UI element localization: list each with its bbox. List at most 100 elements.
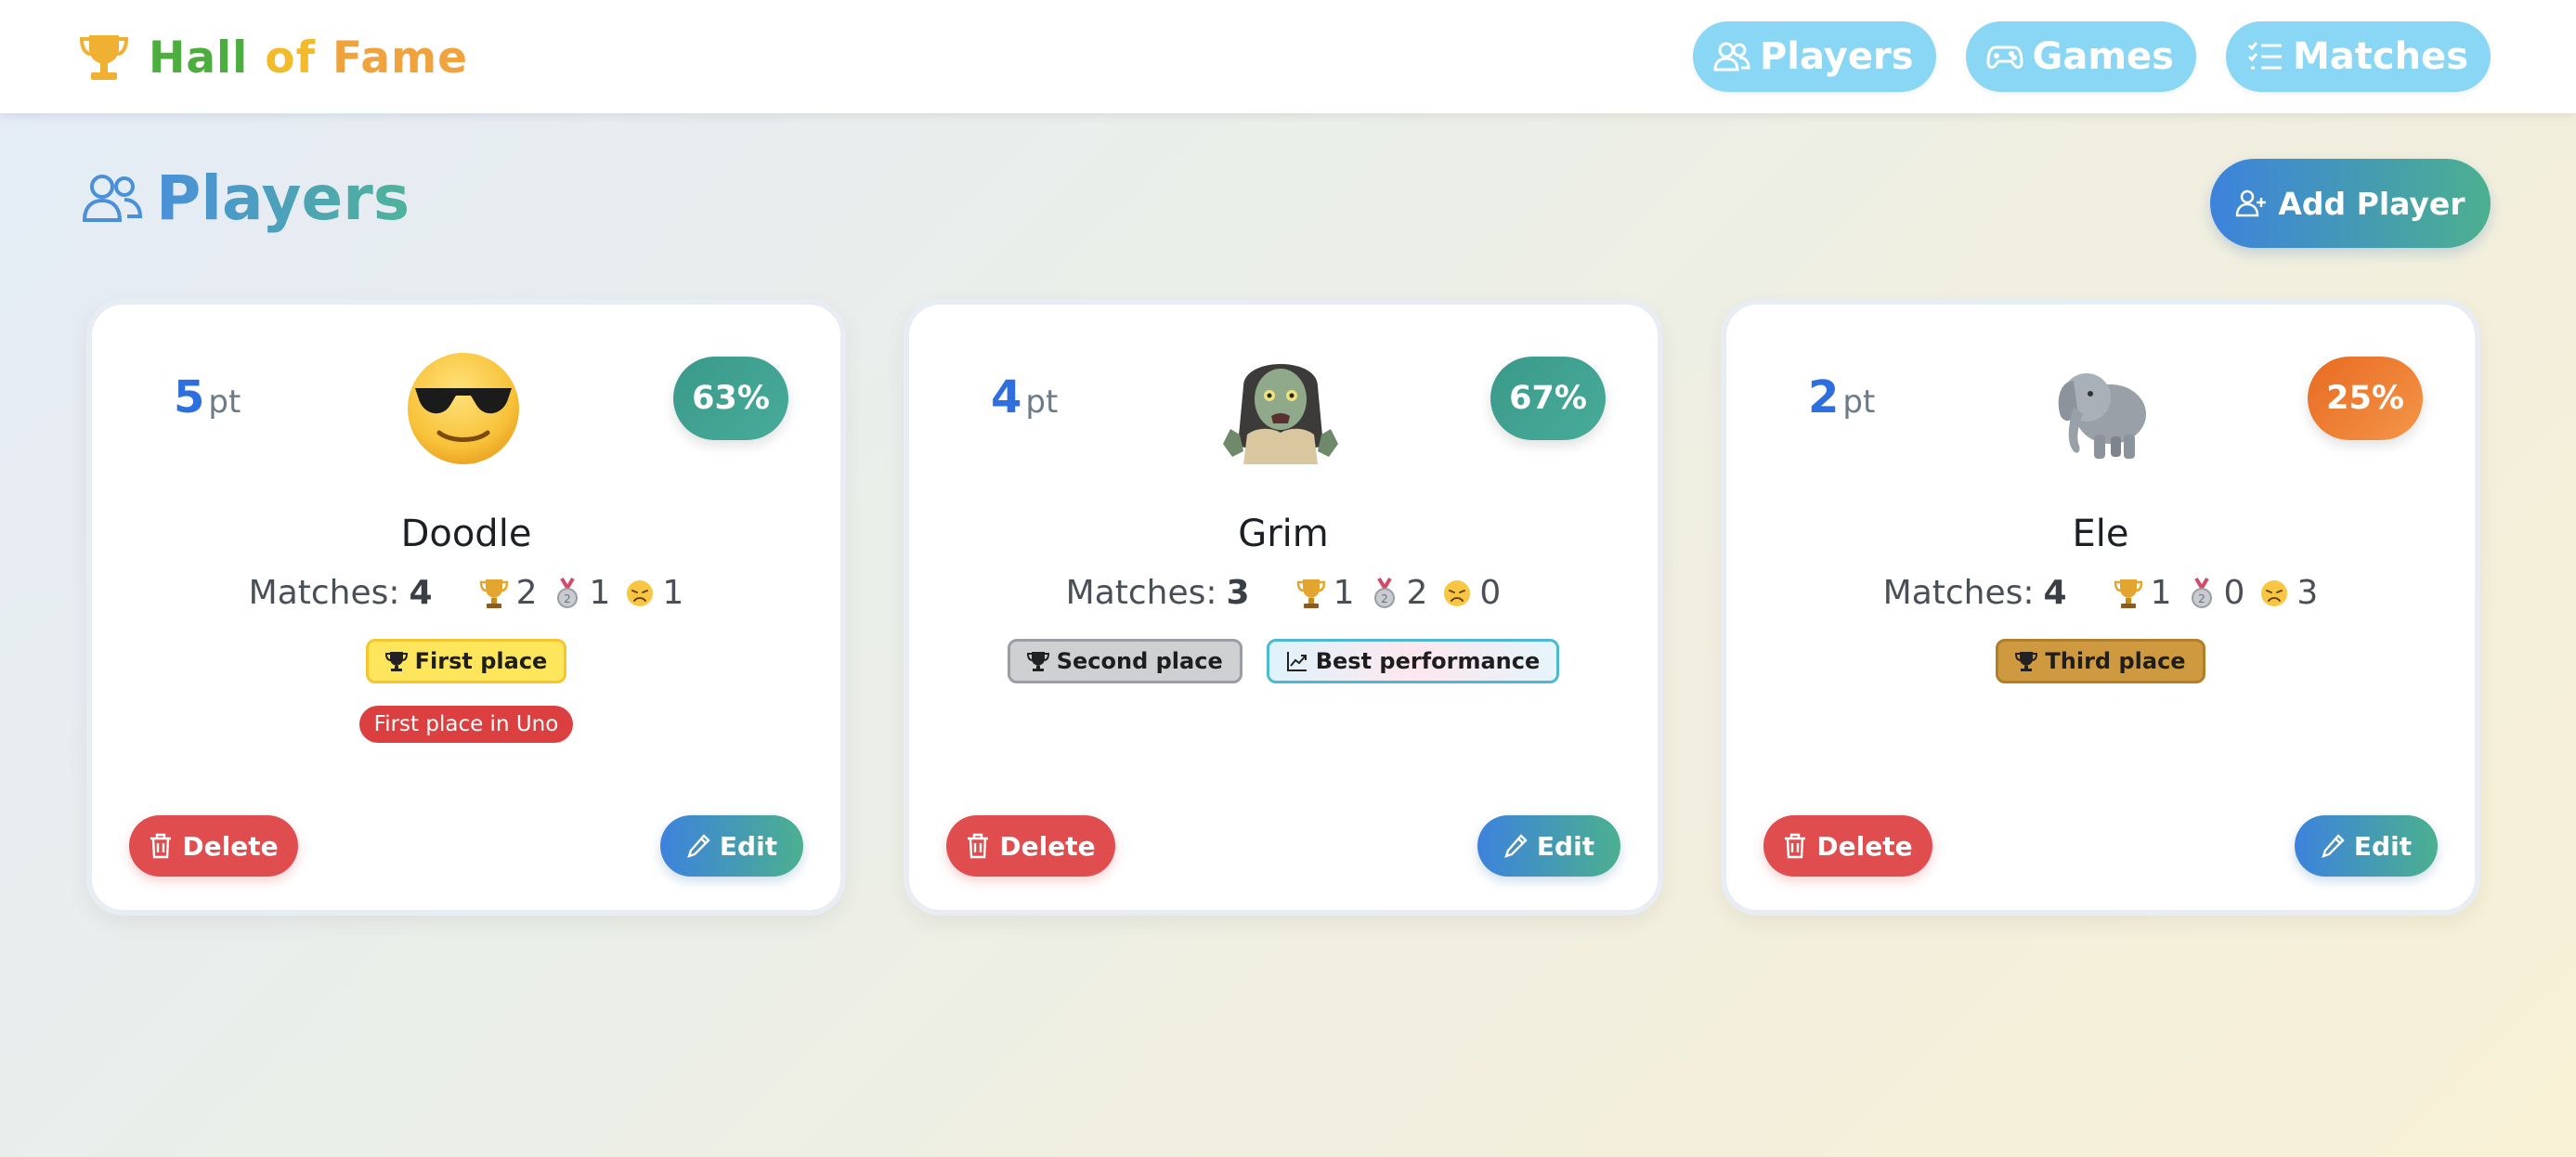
edit-button[interactable]: Edit: [2295, 815, 2438, 877]
badge-label: Best performance: [1315, 648, 1541, 674]
points-value: 2: [1808, 371, 1840, 423]
nav-players-button[interactable]: Players: [1692, 21, 1936, 92]
trophy-icon: [384, 652, 408, 671]
matches-label: Matches:: [1065, 574, 1217, 612]
player-points: 2 pt: [1808, 371, 1875, 423]
trophy-icon: [479, 578, 508, 608]
nav-games-button[interactable]: Games: [1965, 21, 2196, 92]
nav-matches-label: Matches: [2292, 35, 2468, 78]
gold-count: 1: [2150, 574, 2172, 612]
game-badge: First place in Uno: [92, 706, 840, 743]
svg-text:2: 2: [564, 592, 571, 605]
matches-label: Matches:: [1882, 574, 2035, 612]
medal-counts: 1 2 0 3: [2114, 574, 2319, 612]
disappointed-face-icon: [1444, 579, 1471, 606]
brand-hall-text: Hall: [149, 32, 249, 84]
player-name: Grim: [1238, 513, 1329, 555]
delete-label: Delete: [182, 830, 279, 862]
brand-logo[interactable]: Hall of Fame: [80, 28, 468, 87]
matches-count: 3: [1226, 574, 1250, 612]
trophy-icon: [80, 35, 128, 80]
disappointed-face-icon: [2261, 579, 2288, 606]
player-stats: Matches: 4 1 2 0 3: [1726, 574, 2475, 612]
best-performance-badge: Best performance: [1266, 639, 1560, 683]
achievement-badges: First place: [92, 639, 840, 683]
nav-matches-button[interactable]: Matches: [2225, 21, 2491, 92]
badge-label: Third place: [2045, 648, 2186, 674]
silver-count: 1: [589, 574, 611, 612]
delete-label: Delete: [1816, 830, 1913, 862]
edit-label: Edit: [1536, 830, 1595, 862]
win-rate-value: 67%: [1509, 380, 1587, 417]
matches-label: Matches:: [248, 574, 400, 612]
player-stats: Matches: 3 1 2 2 0: [909, 574, 1658, 612]
delete-button[interactable]: Delete: [1763, 815, 1932, 877]
loss-count: 0: [1479, 574, 1502, 612]
achievement-badges: Third place: [1726, 639, 2475, 683]
silver-count: 0: [2223, 574, 2245, 612]
delete-label: Delete: [999, 830, 1096, 862]
add-player-label: Add Player: [2278, 185, 2465, 222]
points-unit: pt: [1025, 384, 1059, 421]
win-rate-badge: 63%: [673, 357, 788, 440]
player-stats: Matches: 4 2 2 1 1: [92, 574, 840, 612]
medal-counts: 2 2 1 1: [479, 574, 684, 612]
svg-text:2: 2: [2198, 592, 2205, 605]
badge-label: Second place: [1056, 648, 1223, 674]
edit-button[interactable]: Edit: [660, 815, 803, 877]
player-card: 2 pt 25% Ele Matches: 4 1 2 0 3 Third pl…: [1721, 299, 2480, 916]
player-name: Ele: [2072, 513, 2129, 555]
points-unit: pt: [1842, 384, 1876, 421]
second-place-badge: Second place: [1007, 639, 1242, 683]
top-navbar: Hall of Fame Players Games Matches: [0, 0, 2576, 113]
sunglasses-face-emoji: [408, 353, 519, 464]
achievement-badges: Second place Best performance: [909, 639, 1658, 683]
points-unit: pt: [208, 384, 241, 421]
disappointed-face-icon: [627, 579, 654, 606]
zombie-woman-emoji: [1223, 364, 1338, 464]
edit-label: Edit: [2353, 830, 2413, 862]
add-player-button[interactable]: Add Player: [2210, 159, 2491, 248]
nav-players-label: Players: [1759, 35, 1914, 78]
list-icon: [2247, 42, 2282, 70]
page-title: Players: [82, 156, 410, 240]
delete-button[interactable]: Delete: [946, 815, 1115, 877]
win-rate-badge: 67%: [1490, 357, 1606, 440]
pencil-icon: [1504, 834, 1528, 858]
trend-chart-icon: [1286, 652, 1307, 671]
player-card: 5 pt 63% Doodle Matches: 4 2 2 1 1 First…: [86, 299, 846, 916]
edit-button[interactable]: Edit: [1477, 815, 1620, 877]
medal-counts: 1 2 2 0: [1296, 574, 1502, 612]
trophy-icon: [1296, 578, 1325, 608]
trash-icon: [968, 833, 989, 859]
player-name: Doodle: [400, 513, 532, 555]
brand-fame-text: Fame: [332, 32, 468, 84]
delete-button[interactable]: Delete: [129, 815, 298, 877]
brand-of-text: of: [265, 32, 317, 84]
third-place-badge: Third place: [1996, 639, 2205, 683]
matches-count: 4: [2043, 574, 2067, 612]
win-rate-badge: 25%: [2308, 357, 2423, 440]
game-badge-label: First place in Uno: [358, 706, 574, 743]
gold-count: 1: [1333, 574, 1355, 612]
win-rate-value: 63%: [692, 380, 770, 417]
player-card: 4 pt 67% Grim Matches: 3 1 2 2 0 Second …: [904, 299, 1663, 916]
elephant-emoji: [2058, 373, 2146, 459]
users-icon: [82, 175, 143, 222]
trophy-icon: [1026, 652, 1049, 671]
svg-text:2: 2: [1381, 592, 1388, 605]
loss-count: 1: [662, 574, 684, 612]
trophy-icon: [2015, 652, 2038, 671]
trash-icon: [1785, 833, 1806, 859]
silver-medal-icon: 2: [556, 577, 578, 608]
points-value: 5: [174, 371, 205, 423]
silver-medal-icon: 2: [2191, 577, 2212, 608]
gold-count: 2: [515, 574, 538, 612]
points-value: 4: [991, 371, 1022, 423]
first-place-badge: First place: [365, 639, 567, 683]
nav-games-label: Games: [2032, 35, 2174, 78]
gamepad-icon: [1985, 46, 2023, 69]
user-plus-icon: [2236, 189, 2267, 217]
loss-count: 3: [2296, 574, 2319, 612]
page-title-text: Players: [156, 162, 410, 234]
